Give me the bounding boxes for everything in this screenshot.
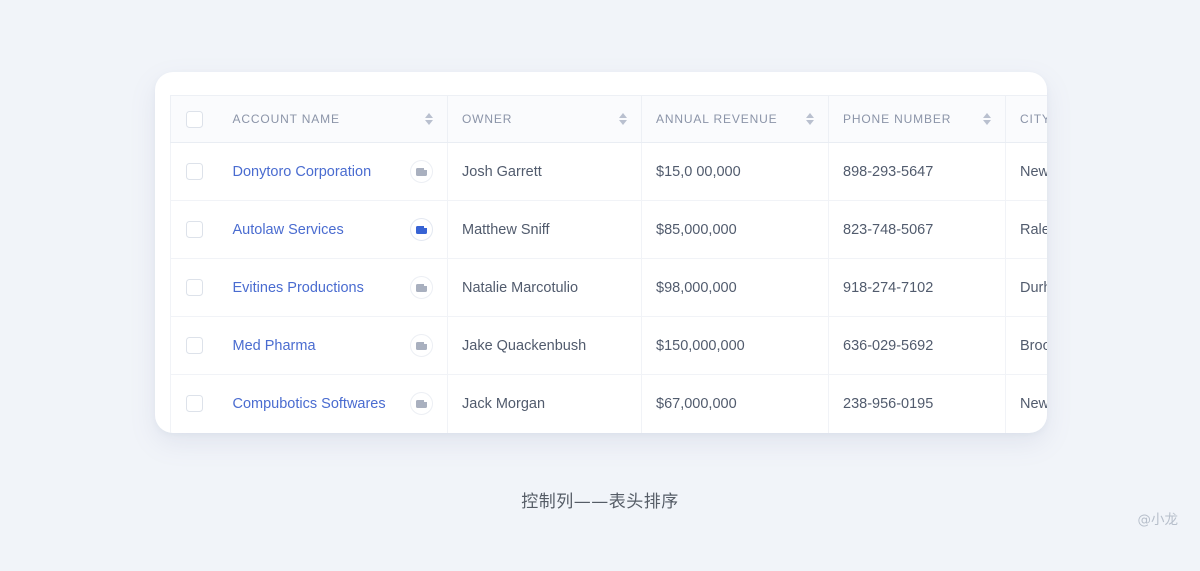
cell-annual-revenue: $98,000,000	[641, 258, 829, 317]
row-checkbox[interactable]	[186, 163, 204, 180]
sort-updown-icon[interactable]	[425, 113, 433, 125]
row-checkbox[interactable]	[186, 279, 204, 296]
table-row[interactable]: Donytoro Corporation Josh Garrett $15,0 00…	[170, 142, 1047, 201]
cell-account-name: Compubotics Softwares	[218, 374, 448, 433]
cell-annual-revenue: $67,000,000	[641, 374, 829, 433]
column-header-label: OWNER	[462, 112, 513, 126]
accounts-table: ACCOUNT NAME OWNER ANNUAL REVENUE PHONE …	[170, 95, 1047, 433]
cell-owner: Jake Quackenbush	[447, 316, 642, 375]
column-header-label: ACCOUNT NAME	[232, 112, 340, 126]
file-card-icon[interactable]	[410, 334, 433, 357]
cell-account-name: Donytoro Corporation	[218, 142, 448, 201]
cell-owner: Natalie Marcotulio	[447, 258, 642, 317]
table-header-row: ACCOUNT NAME OWNER ANNUAL REVENUE PHONE …	[170, 95, 1047, 143]
file-card-icon[interactable]	[410, 392, 433, 416]
column-header-label: CITY	[1020, 112, 1047, 126]
table-row[interactable]: Med Pharma Jake Quackenbush $150,000,000 63…	[170, 316, 1047, 375]
account-name-link[interactable]: Autolaw Services	[233, 222, 344, 238]
cell-owner: Josh Garrett	[447, 142, 642, 201]
cell-phone-number: 238-956-0195	[828, 374, 1006, 433]
sort-updown-icon[interactable]	[619, 113, 627, 125]
column-header-phone-number[interactable]: PHONE NUMBER	[828, 95, 1006, 143]
table-body: Donytoro Corporation Josh Garrett $15,0 00…	[170, 142, 1047, 433]
cell-annual-revenue: $85,000,000	[641, 200, 829, 259]
cell-phone-number: 636-029-5692	[828, 316, 1006, 375]
table-row[interactable]: Compubotics Softwares Jack Morgan $67,000,…	[170, 374, 1047, 433]
cell-owner: Matthew Sniff	[447, 200, 642, 259]
row-select-cell	[170, 142, 219, 201]
watermark: @小龙	[1137, 512, 1179, 528]
cell-city: Raleigh	[1005, 200, 1047, 259]
account-name-link[interactable]: Compubotics Softwares	[233, 396, 386, 412]
column-header-label: ANNUAL REVENUE	[656, 112, 778, 126]
row-checkbox[interactable]	[186, 337, 204, 354]
column-header-account-name[interactable]: ACCOUNT NAME	[218, 95, 448, 143]
cell-phone-number: 823-748-5067	[828, 200, 1006, 259]
account-name-link[interactable]: Donytoro Corporation	[233, 164, 372, 180]
column-header-label: PHONE NUMBER	[843, 112, 952, 126]
row-select-cell	[170, 316, 219, 375]
cell-phone-number: 918-274-7102	[828, 258, 1006, 317]
cell-city: New York	[1020, 395, 1047, 412]
row-select-cell	[170, 258, 219, 317]
cell-account-name: Autolaw Services	[218, 200, 448, 259]
cell-account-name: Evitines Productions	[218, 258, 448, 317]
table-row[interactable]: Autolaw Services Matthew Sniff $85,000,000…	[170, 200, 1047, 259]
table-scroll-viewport[interactable]: ACCOUNT NAME OWNER ANNUAL REVENUE PHONE …	[170, 95, 1047, 433]
file-card-icon[interactable]	[410, 276, 433, 299]
cell-city: Durham	[1005, 258, 1047, 317]
sort-updown-icon[interactable]	[806, 113, 814, 125]
cell-annual-revenue: $15,0 00,000	[641, 142, 829, 201]
row-select-cell	[170, 200, 219, 259]
select-all-checkbox[interactable]	[186, 110, 204, 128]
table-row[interactable]: Evitines Productions Natalie Marcotulio $9…	[170, 258, 1047, 317]
column-header-annual-revenue[interactable]: ANNUAL REVENUE	[641, 95, 829, 143]
data-table-card: ACCOUNT NAME OWNER ANNUAL REVENUE PHONE …	[155, 72, 1047, 433]
column-header-select-all	[170, 95, 219, 143]
account-name-link[interactable]: Med Pharma	[233, 338, 316, 354]
cell-annual-revenue: $150,000,000	[641, 316, 829, 375]
column-header-owner[interactable]: OWNER	[447, 95, 642, 143]
file-card-icon[interactable]	[410, 160, 433, 183]
cell-phone-number: 898-293-5647	[828, 142, 1006, 201]
cell-city: Brooklyn	[1005, 316, 1047, 375]
row-select-cell	[170, 374, 219, 433]
figure-caption: 控制列——表头排序	[521, 492, 679, 512]
cell-owner: Jack Morgan	[447, 374, 642, 433]
column-header-city[interactable]: CITY	[1005, 95, 1047, 143]
row-checkbox[interactable]	[186, 395, 204, 413]
cell-city: New York	[1005, 142, 1047, 201]
table-header: ACCOUNT NAME OWNER ANNUAL REVENUE PHONE …	[170, 95, 1047, 143]
sort-updown-icon[interactable]	[983, 113, 991, 125]
row-checkbox[interactable]	[186, 221, 204, 238]
cell-account-name: Med Pharma	[218, 316, 448, 375]
account-name-link[interactable]: Evitines Productions	[233, 280, 364, 296]
file-card-icon[interactable]	[410, 218, 433, 241]
